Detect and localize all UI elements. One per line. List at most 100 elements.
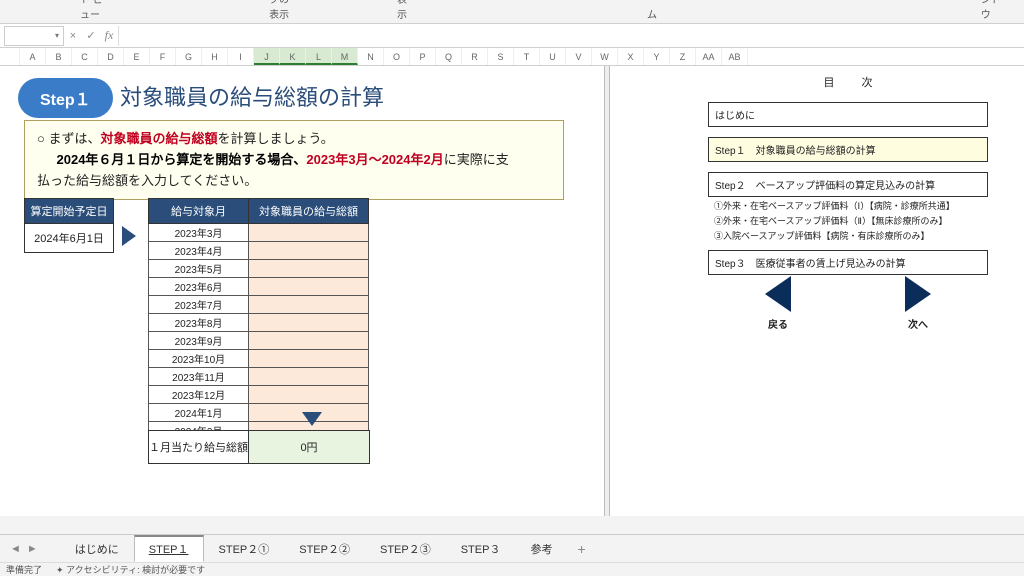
nav-next-button[interactable]: 次へ — [905, 276, 931, 331]
sheet-tab[interactable]: STEP３ — [446, 536, 516, 562]
table-row: 2023年12月 — [149, 386, 369, 404]
col-H[interactable]: H — [202, 48, 228, 65]
col-K[interactable]: K — [280, 48, 306, 65]
triangle-right-icon — [905, 276, 931, 312]
excel-window: シート ビュー ブックの表示 表示 ズーム ウィンドウ × ✓ fx ABCDE… — [0, 0, 1024, 576]
select-all-corner[interactable] — [0, 48, 20, 65]
col-J[interactable]: J — [254, 48, 280, 65]
instr-text: に実際に支 — [444, 152, 509, 167]
ribbon-grp-window: ウィンドウ — [961, 0, 1024, 23]
instr-bold: 2024年６月１日から算定を開始する場合、 — [57, 152, 307, 167]
column-headers: ABCDEFGHIJKLMNOPQRSTUVWXYZAAAB — [0, 48, 1024, 66]
amount-cell[interactable] — [249, 224, 369, 242]
instr-text: ○ まずは、 — [37, 131, 100, 146]
amount-cell[interactable] — [249, 314, 369, 332]
start-date-header: 算定開始予定日 — [24, 198, 114, 224]
sheet-tab[interactable]: はじめに — [60, 536, 134, 562]
toc-step2c[interactable]: ③入院ベースアップ評価料【病院・有床診療所のみ】 — [714, 229, 988, 242]
amount-cell[interactable] — [249, 332, 369, 350]
sheet-tab[interactable]: STEP２② — [284, 536, 365, 562]
col-B[interactable]: B — [46, 48, 72, 65]
col-L[interactable]: L — [306, 48, 332, 65]
col-AB[interactable]: AB — [722, 48, 748, 65]
sheet-tab[interactable]: STEP２① — [204, 536, 285, 562]
col-R[interactable]: R — [462, 48, 488, 65]
month-cell: 2023年7月 — [149, 296, 249, 314]
toc-step1[interactable]: Step１ 対象職員の給与総額の計算 — [708, 137, 988, 162]
ribbon-group-labels: シート ビュー ブックの表示 表示 ズーム ウィンドウ — [0, 0, 1024, 24]
instr-text: を計算しましょう。 — [217, 131, 333, 146]
toc-step2a[interactable]: ①外来・在宅ベースアップ評価料（Ⅰ）【病院・診療所共通】 — [714, 199, 988, 212]
amount-cell[interactable] — [249, 242, 369, 260]
nav-back-button[interactable]: 戻る — [765, 276, 791, 331]
pane-splitter[interactable] — [604, 66, 610, 516]
col-M[interactable]: M — [332, 48, 358, 65]
col-I[interactable]: I — [228, 48, 254, 65]
col-P[interactable]: P — [410, 48, 436, 65]
col-T[interactable]: T — [514, 48, 540, 65]
amount-cell[interactable] — [249, 386, 369, 404]
formula-bar[interactable] — [118, 26, 1024, 46]
ribbon-grp-sheetview: シート ビュー — [60, 0, 129, 23]
amount-cell[interactable] — [249, 260, 369, 278]
ribbon-grp-bookview: ブックの表示 — [249, 0, 317, 23]
amount-cell[interactable] — [249, 278, 369, 296]
start-date-value[interactable]: 2024年6月1日 — [24, 224, 114, 253]
col-E[interactable]: E — [124, 48, 150, 65]
toc-step3[interactable]: Step３ 医療従事者の賃上げ見込みの計算 — [708, 250, 988, 275]
month-cell: 2023年4月 — [149, 242, 249, 260]
enter-icon[interactable]: ✓ — [82, 29, 100, 42]
col-O[interactable]: O — [384, 48, 410, 65]
month-cell: 2023年12月 — [149, 386, 249, 404]
col-C[interactable]: C — [72, 48, 98, 65]
name-box[interactable] — [4, 26, 64, 46]
month-cell: 2023年6月 — [149, 278, 249, 296]
table-row: 2023年11月 — [149, 368, 369, 386]
col-A[interactable]: A — [20, 48, 46, 65]
col-F[interactable]: F — [150, 48, 176, 65]
table-row: 2023年6月 — [149, 278, 369, 296]
tab-nav-arrows[interactable]: ◄► — [8, 543, 40, 555]
table-of-contents: 目 次 はじめに Step１ 対象職員の給与総額の計算 Step２ ベースアップ… — [708, 74, 988, 285]
month-cell: 2023年11月 — [149, 368, 249, 386]
avg-value: 0円 — [249, 431, 369, 463]
col-U[interactable]: U — [540, 48, 566, 65]
toc-hajime[interactable]: はじめに — [708, 102, 988, 127]
col-S[interactable]: S — [488, 48, 514, 65]
col-X[interactable]: X — [618, 48, 644, 65]
sheet-tab[interactable]: 参考 — [515, 536, 567, 562]
amount-cell[interactable] — [249, 350, 369, 368]
table-row: 2023年10月 — [149, 350, 369, 368]
arrow-down-icon — [302, 412, 322, 426]
instr-emph: 対象職員の給与総額 — [100, 131, 217, 146]
col-amount-header: 対象職員の給与総額 — [249, 199, 369, 224]
add-sheet-button[interactable]: + — [577, 541, 585, 557]
fx-icon[interactable]: fx — [100, 28, 118, 43]
table-row: 2023年4月 — [149, 242, 369, 260]
ribbon-grp-zoom: ズーム — [627, 0, 681, 23]
col-Q[interactable]: Q — [436, 48, 462, 65]
col-D[interactable]: D — [98, 48, 124, 65]
col-AA[interactable]: AA — [696, 48, 722, 65]
toc-step2[interactable]: Step２ ベースアップ評価料の算定見込みの計算 — [708, 172, 988, 197]
sheet-tab[interactable]: STEP１ — [134, 535, 204, 562]
col-G[interactable]: G — [176, 48, 202, 65]
col-Z[interactable]: Z — [670, 48, 696, 65]
avg-label: １月当たり給与総額 — [149, 431, 249, 463]
col-V[interactable]: V — [566, 48, 592, 65]
status-accessibility[interactable]: ✦ アクセシビリティ: 検討が必要です — [56, 563, 205, 576]
worksheet[interactable]: Step１ 対象職員の給与総額の計算 ○ まずは、対象職員の給与総額を計算しまし… — [0, 66, 1024, 516]
toc-step2b[interactable]: ②外来・在宅ベースアップ評価料（Ⅱ）【無床診療所のみ】 — [714, 214, 988, 227]
nav-next-label: 次へ — [905, 316, 931, 331]
cancel-icon[interactable]: × — [64, 30, 82, 42]
amount-cell[interactable] — [249, 368, 369, 386]
col-Y[interactable]: Y — [644, 48, 670, 65]
page-title: 対象職員の給与総額の計算 — [120, 80, 384, 112]
month-cell: 2023年3月 — [149, 224, 249, 242]
nav-back-label: 戻る — [765, 316, 791, 331]
sheet-tab[interactable]: STEP２③ — [365, 536, 446, 562]
col-N[interactable]: N — [358, 48, 384, 65]
col-W[interactable]: W — [592, 48, 618, 65]
amount-cell[interactable] — [249, 296, 369, 314]
month-cell: 2024年1月 — [149, 404, 249, 422]
